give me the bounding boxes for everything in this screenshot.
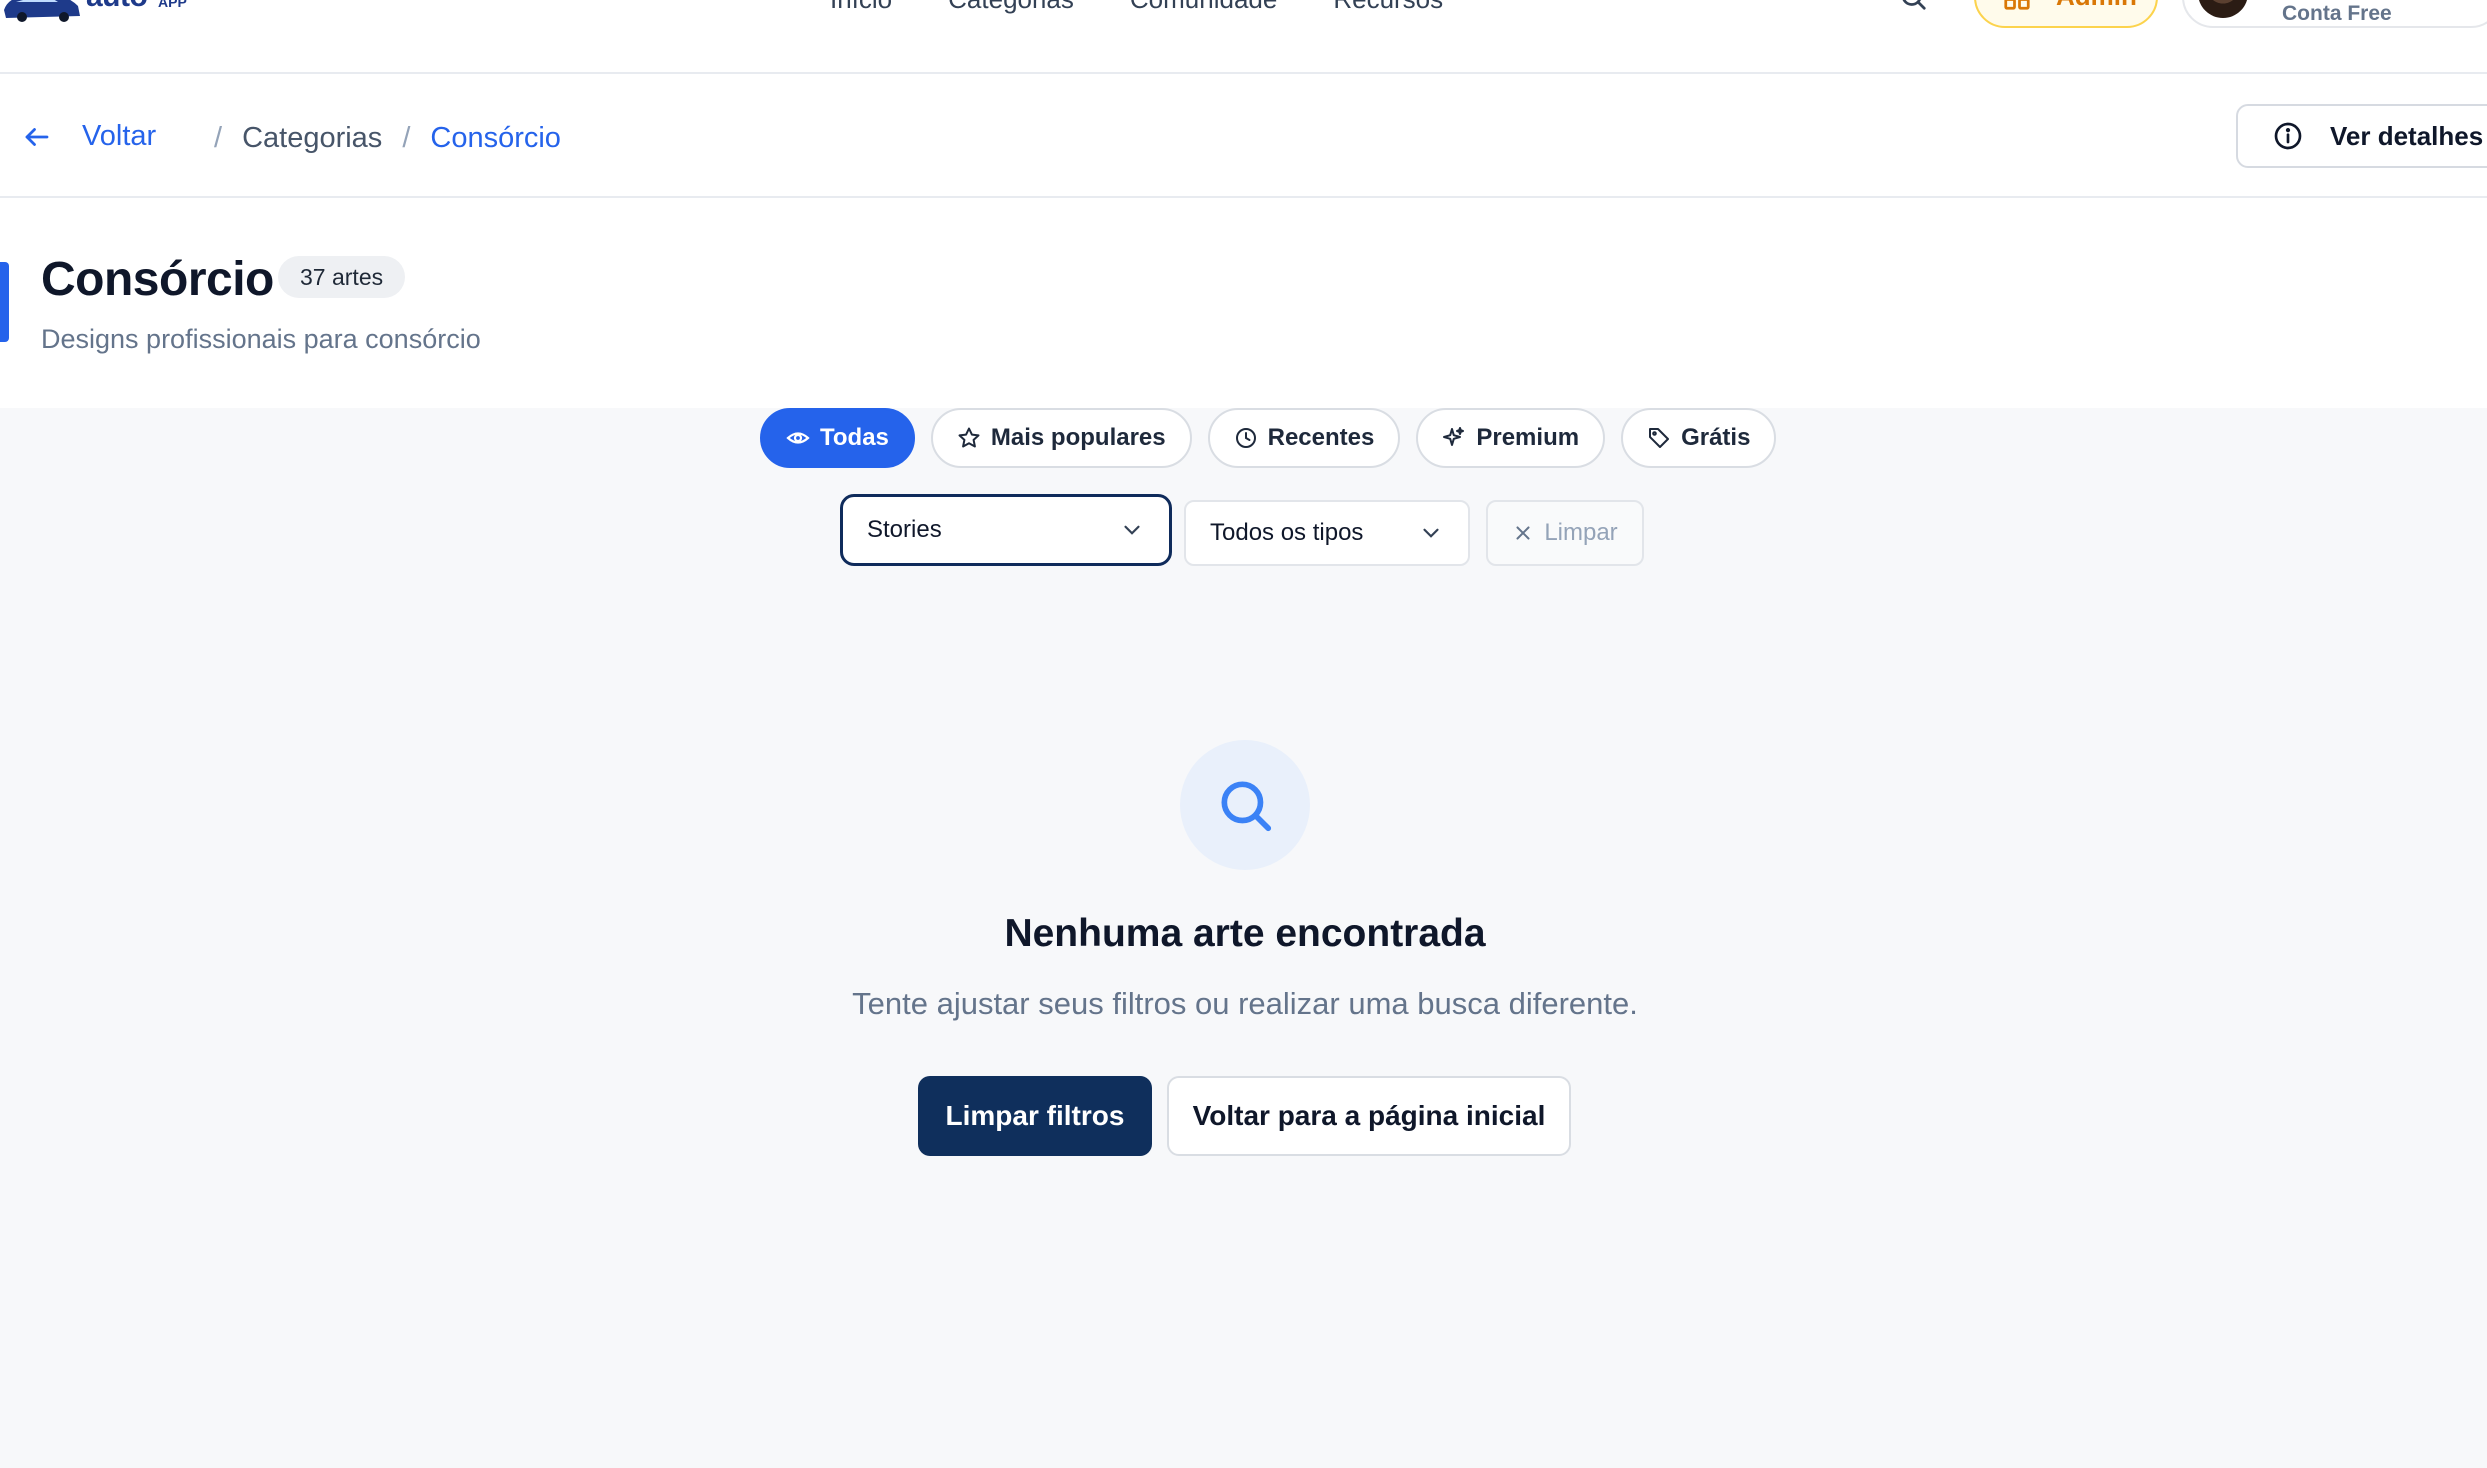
- accent-bar: [0, 262, 9, 342]
- clear-filters-button[interactable]: Limpar filtros: [918, 1076, 1152, 1156]
- tab-label: Premium: [1476, 424, 1580, 451]
- format-select-value: Stories: [867, 516, 942, 543]
- star-icon: [958, 427, 980, 448]
- arrow-left-icon: [25, 127, 49, 146]
- sparkles-icon: [1443, 427, 1465, 446]
- empty-state-icon-circle: [1180, 740, 1310, 870]
- search-icon: [1221, 781, 1272, 832]
- back-label: Voltar: [82, 120, 157, 152]
- filter-tabs: Todas Mais populares Recentes Premium Gr…: [760, 408, 1777, 468]
- breadcrumb-item-categorias[interactable]: Categorias: [242, 122, 382, 155]
- back-to-home-button[interactable]: Voltar para a página inicial: [1167, 1076, 1571, 1156]
- count-badge: 37 artes: [278, 256, 406, 298]
- account-menu[interactable]: Conta Free: [2182, 0, 2487, 28]
- page-title: Consórcio: [41, 253, 274, 306]
- tab-label: Todas: [820, 424, 889, 451]
- empty-state-message: Tente ajustar seus filtros ou realizar u…: [852, 986, 1638, 1021]
- breadcrumb-separator: /: [214, 122, 223, 154]
- breadcrumb: / Categorias / Consórcio: [214, 122, 561, 155]
- tab-recentes[interactable]: Recentes: [1207, 408, 1401, 468]
- tab-todas[interactable]: Todas: [760, 408, 915, 468]
- view-details-button[interactable]: Ver detalhes: [2236, 104, 2487, 168]
- tab-label: Grátis: [1681, 424, 1751, 451]
- admin-button[interactable]: Admin: [1974, 0, 2158, 28]
- tab-label: Recentes: [1267, 424, 1375, 451]
- top-nav: Início Categorias Comunidade Recursos: [830, 0, 1443, 15]
- admin-label: Admin: [2056, 0, 2137, 12]
- clear-chip-label: Limpar: [1544, 519, 1618, 546]
- logo-sup: APP: [158, 0, 187, 10]
- clear-filters-chip[interactable]: Limpar: [1486, 500, 1644, 566]
- breadcrumb-bar: Voltar / Categorias / Consórcio Ver deta…: [0, 74, 2487, 198]
- breadcrumb-separator: /: [402, 122, 411, 154]
- account-plan: Conta Free: [2282, 2, 2392, 25]
- nav-item-recursos[interactable]: Recursos: [1333, 0, 1443, 15]
- avatar: [2198, 0, 2248, 18]
- logo-text: auto: [86, 0, 148, 14]
- view-details-label: Ver detalhes: [2330, 120, 2484, 151]
- tab-gratis[interactable]: Grátis: [1621, 408, 1777, 468]
- nav-item-inicio[interactable]: Início: [830, 0, 892, 15]
- chevron-down-icon: [1124, 525, 1140, 535]
- tab-mais-populares[interactable]: Mais populares: [930, 408, 1192, 468]
- page-subtitle: Designs profissionais para consórcio: [41, 324, 481, 354]
- category-header: Consórcio 37 artes Designs profissionais…: [0, 198, 2487, 408]
- nav-item-comunidade[interactable]: Comunidade: [1130, 0, 1277, 15]
- car-logo-icon: [4, 0, 80, 22]
- back-button[interactable]: Voltar: [22, 120, 156, 153]
- search-icon[interactable]: [1898, 0, 1928, 12]
- top-header: auto APP Início Categorias Comunidade Re…: [0, 0, 2487, 74]
- type-select-value: Todos os tipos: [1210, 519, 1364, 546]
- logo[interactable]: auto APP: [0, 0, 200, 26]
- clock-icon: [1235, 428, 1256, 448]
- tab-premium[interactable]: Premium: [1416, 408, 1606, 468]
- tab-label: Mais populares: [990, 424, 1166, 451]
- tag-icon: [1649, 428, 1670, 448]
- close-icon: [1516, 526, 1530, 540]
- eye-icon: [786, 432, 810, 444]
- type-select[interactable]: Todos os tipos: [1184, 500, 1470, 566]
- breadcrumb-item-current[interactable]: Consórcio: [430, 122, 561, 155]
- grid-icon: [2004, 0, 2030, 10]
- page: auto APP Início Categorias Comunidade Re…: [0, 0, 2487, 1468]
- chevron-down-icon: [1423, 528, 1439, 538]
- nav-item-categorias[interactable]: Categorias: [948, 0, 1074, 15]
- format-select[interactable]: Stories: [840, 494, 1172, 566]
- info-icon: [2274, 122, 2302, 150]
- empty-state-title: Nenhuma arte encontrada: [1004, 912, 1486, 955]
